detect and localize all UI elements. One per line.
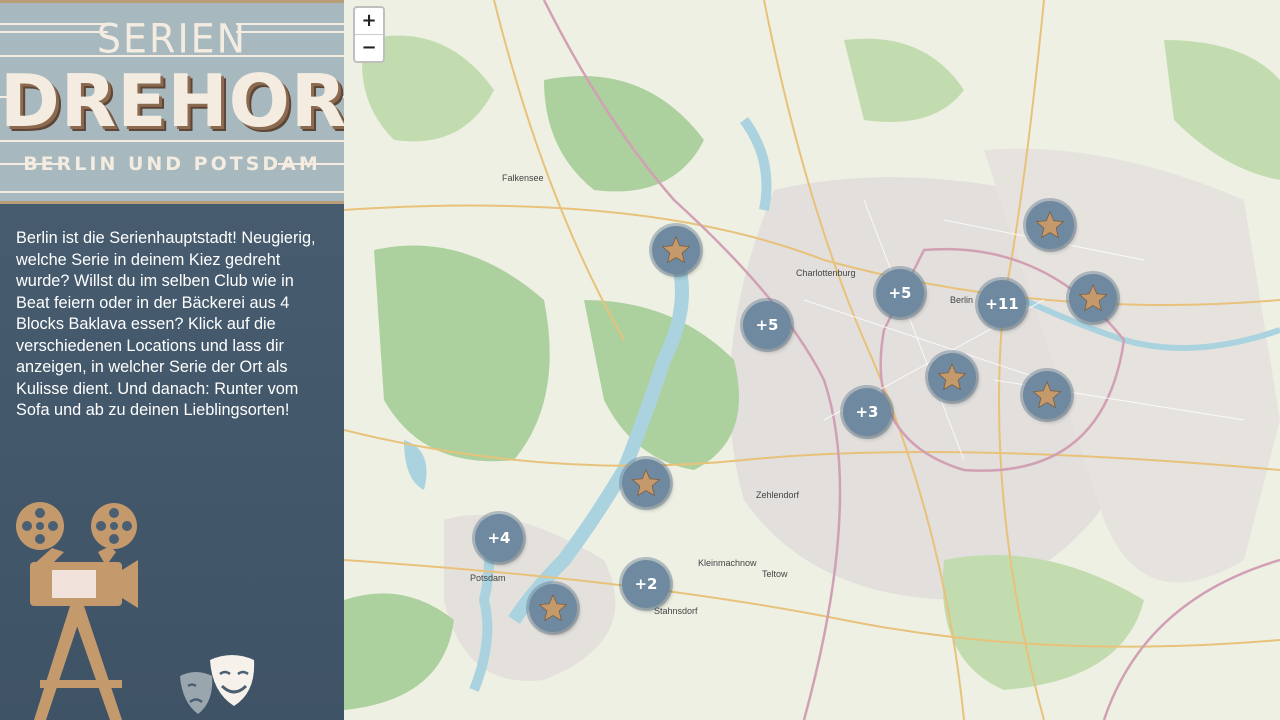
cluster-marker[interactable]: +2 (622, 560, 670, 608)
sidebar: SERIEN DREHORTE BERLIN UND POTSDAM Berli… (0, 0, 344, 720)
place-label: Zehlendorf (756, 490, 800, 500)
location-marker[interactable] (1069, 274, 1117, 322)
place-label: Teltow (762, 569, 788, 579)
logo-title-main: DREHORTE (0, 59, 344, 143)
location-marker[interactable] (928, 353, 976, 401)
star-icon (631, 468, 661, 497)
location-marker[interactable] (1023, 371, 1071, 419)
map-canvas[interactable]: Berlin Potsdam Teltow Charlottenburg Zeh… (344, 0, 1280, 720)
star-icon (661, 235, 691, 264)
cluster-count: +2 (634, 575, 658, 593)
cluster-count: +11 (985, 295, 1019, 313)
zoom-out-button[interactable]: − (355, 35, 383, 61)
cluster-marker[interactable]: +5 (743, 301, 791, 349)
cluster-marker[interactable]: +3 (843, 388, 891, 436)
place-label: Stahnsdorf (654, 606, 698, 616)
zoom-in-button[interactable]: + (355, 8, 383, 35)
film-projector-icon (16, 502, 138, 720)
place-label: Charlottenburg (796, 268, 856, 278)
cluster-count: +3 (855, 403, 879, 421)
star-icon (1035, 210, 1065, 239)
logo-subtitle: BERLIN UND POTSDAM (23, 153, 321, 175)
location-marker[interactable] (1026, 201, 1074, 249)
star-icon (1032, 380, 1062, 409)
place-label: Kleinmachnow (698, 558, 757, 568)
theater-masks-icon (180, 655, 255, 714)
place-label: Potsdam (470, 573, 506, 583)
logo-title-top: SERIEN (96, 15, 248, 63)
basemap: Berlin Potsdam Teltow Charlottenburg Zeh… (344, 0, 1280, 720)
cluster-count: +4 (487, 529, 511, 547)
place-label: Berlin (950, 295, 973, 305)
star-icon (538, 593, 568, 622)
cluster-marker[interactable]: +4 (475, 514, 523, 562)
location-marker[interactable] (652, 226, 700, 274)
cluster-count: +5 (755, 316, 779, 334)
cluster-marker[interactable]: +11 (978, 280, 1026, 328)
star-icon (1078, 283, 1108, 312)
location-marker[interactable] (529, 584, 577, 632)
cluster-marker[interactable]: +5 (876, 269, 924, 317)
site-logo: SERIEN DREHORTE BERLIN UND POTSDAM (0, 0, 344, 204)
place-label: Falkensee (502, 173, 544, 183)
logo-rule (0, 191, 344, 193)
location-marker[interactable] (622, 459, 670, 507)
zoom-control: + − (353, 6, 385, 63)
intro-text: Berlin ist die Serienhauptstadt! Neugier… (16, 229, 316, 419)
star-icon (937, 362, 967, 391)
cluster-count: +5 (888, 284, 912, 302)
